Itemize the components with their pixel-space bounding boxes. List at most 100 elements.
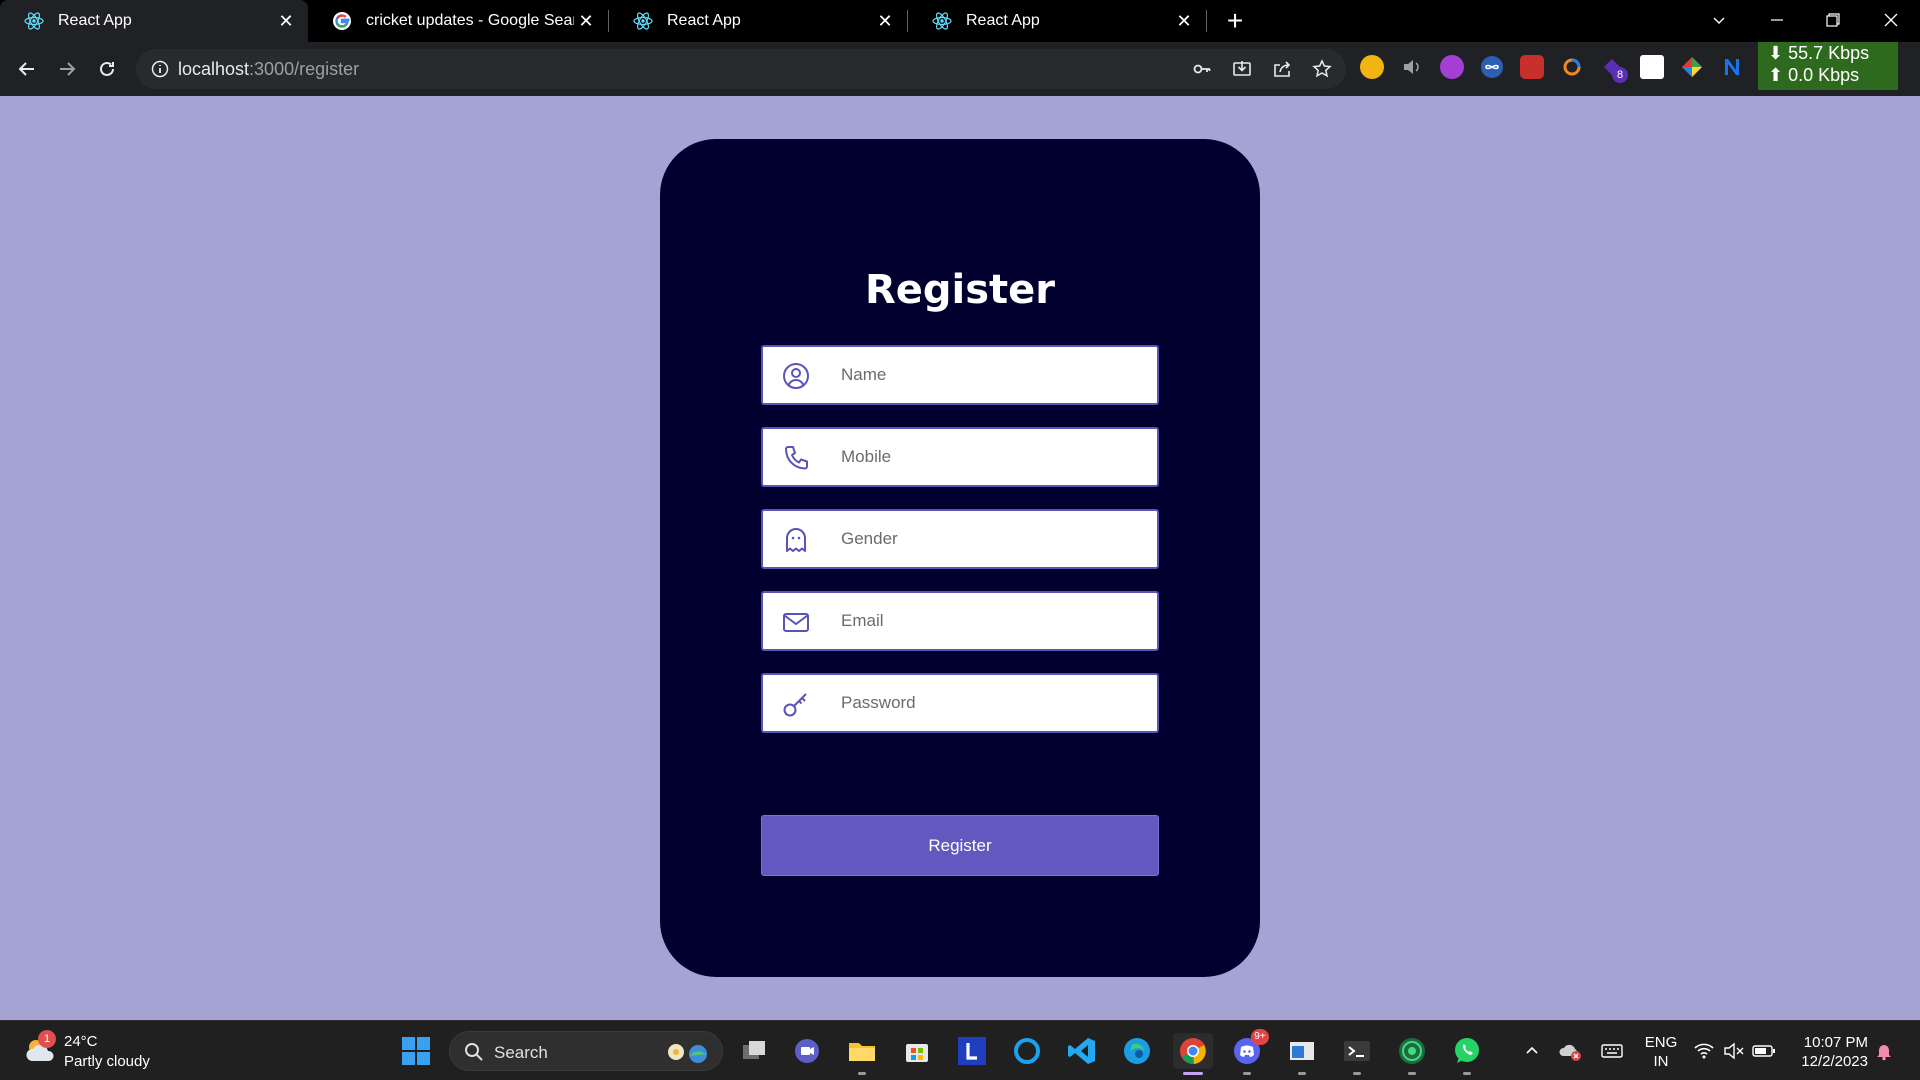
wifi-icon[interactable] [1692, 1039, 1716, 1063]
arrow-down-icon: ⬇ [1768, 43, 1784, 63]
react-icon [631, 9, 655, 33]
tab-title: cricket updates - Google Search [366, 12, 574, 29]
tab-google-search[interactable]: cricket updates - Google Search ✕ [308, 0, 608, 42]
react-icon [930, 9, 954, 33]
minimize-icon [1771, 19, 1783, 21]
user-circle-icon [783, 363, 809, 389]
share-icon[interactable] [1270, 57, 1294, 81]
running-indicator [1353, 1072, 1361, 1075]
extension-ring-icon[interactable] [1560, 55, 1584, 79]
weather-widget[interactable]: 1 24°C Partly cloudy [22, 1029, 182, 1073]
new-tab-button[interactable]: + [1220, 5, 1250, 36]
extension-purple-icon[interactable] [1440, 55, 1464, 79]
tab-react-app-3[interactable]: React App ✕ [908, 0, 1206, 42]
email-field[interactable] [761, 591, 1159, 651]
key-icon[interactable] [1190, 57, 1214, 81]
react-icon [22, 9, 46, 33]
forward-button[interactable] [52, 54, 82, 84]
search-label: Search [494, 1043, 548, 1062]
name-input[interactable] [841, 347, 1141, 403]
notification-bell-icon[interactable] [1872, 1039, 1896, 1063]
google-icon [330, 9, 354, 33]
email-input[interactable] [841, 593, 1141, 649]
tab-react-app-2[interactable]: React App ✕ [609, 0, 907, 42]
password-input[interactable] [841, 675, 1141, 731]
ms-store-icon[interactable] [899, 1033, 935, 1069]
system-clock[interactable]: 10:07 PM 12/2/2023 [1790, 1033, 1868, 1071]
speaker-icon[interactable] [1400, 55, 1424, 79]
discord-badge: 9+ [1251, 1029, 1269, 1045]
close-icon[interactable]: ✕ [873, 9, 897, 33]
mobile-input[interactable] [841, 429, 1141, 485]
taskbar-search[interactable]: Search [449, 1031, 723, 1071]
close-icon[interactable]: ✕ [1172, 9, 1196, 33]
windows-start-icon[interactable] [400, 1035, 432, 1067]
reload-icon [100, 61, 114, 76]
gender-field[interactable] [761, 509, 1159, 569]
battery-icon[interactable] [1752, 1039, 1776, 1063]
file-explorer-icon[interactable] [844, 1033, 880, 1069]
language-indicator[interactable]: ENG IN [1643, 1033, 1679, 1071]
address-bar[interactable]: localhost:3000/register [136, 49, 1346, 89]
terminal-icon[interactable] [1339, 1033, 1375, 1069]
running-indicator [1463, 1072, 1471, 1075]
onedrive-error-icon[interactable] [1558, 1039, 1582, 1063]
name-field[interactable] [761, 345, 1159, 405]
vscode-icon[interactable] [1064, 1033, 1100, 1069]
mobile-field[interactable] [761, 427, 1159, 487]
gender-input[interactable] [841, 511, 1141, 567]
discord-icon[interactable]: 9+ [1229, 1029, 1269, 1069]
language-code: ENG [1644, 1034, 1678, 1051]
tab-title: React App [58, 12, 132, 29]
edge-icon[interactable] [1119, 1033, 1155, 1069]
clock-date: 12/2/2023 [1801, 1053, 1868, 1070]
arrow-left-icon [18, 62, 34, 76]
back-button[interactable] [12, 54, 42, 84]
extension-badge-icon[interactable]: 8 [1600, 55, 1628, 83]
info-icon[interactable] [150, 59, 170, 79]
install-icon[interactable] [1230, 57, 1254, 81]
browser-toolbar: localhost:3000/register 8 ⬇ 55.7 Kbps ⬆ … [0, 42, 1920, 96]
active-indicator [1183, 1072, 1203, 1075]
restore-button[interactable] [1808, 0, 1858, 40]
speaker-muted-icon[interactable] [1722, 1039, 1746, 1063]
minimize-button[interactable] [1752, 0, 1802, 40]
extension-color-icon[interactable] [1680, 55, 1704, 79]
password-field[interactable] [761, 673, 1159, 733]
extension-chart-icon[interactable] [1640, 55, 1664, 79]
reload-button[interactable] [92, 54, 122, 84]
chrome-icon[interactable] [1173, 1033, 1213, 1069]
teams-chat-icon[interactable] [789, 1033, 825, 1069]
running-indicator [858, 1072, 866, 1075]
weather-temp: 24°C [64, 1033, 98, 1050]
close-window-button[interactable] [1866, 0, 1916, 40]
whatsapp-icon[interactable] [1449, 1033, 1485, 1069]
extension-n-icon[interactable] [1720, 55, 1744, 79]
tab-search-button[interactable] [1694, 0, 1744, 40]
tab-react-app-1[interactable]: React App ✕ [0, 0, 308, 42]
task-view-icon[interactable] [736, 1033, 772, 1069]
close-icon[interactable]: ✕ [574, 9, 598, 33]
window-app-icon[interactable] [1284, 1033, 1320, 1069]
extension-red-icon[interactable] [1520, 55, 1544, 79]
arrow-right-icon [60, 62, 76, 76]
keyboard-icon[interactable] [1600, 1039, 1624, 1063]
phone-icon [785, 446, 808, 470]
extension-infinity-icon[interactable] [1480, 55, 1504, 79]
url-text[interactable]: localhost:3000/register [178, 59, 359, 80]
download-speed: 55.7 Kbps [1788, 43, 1870, 63]
extension-badge-count: 8 [1612, 67, 1628, 83]
url-host: localhost [178, 59, 250, 79]
l-app-icon[interactable] [954, 1033, 990, 1069]
star-icon[interactable] [1310, 57, 1334, 81]
close-icon [1884, 13, 1898, 27]
register-card: Register Register [660, 139, 1260, 977]
register-button[interactable]: Register [761, 815, 1159, 876]
extension-info-icon[interactable] [1360, 55, 1384, 79]
tab-separator [1206, 10, 1207, 32]
close-icon[interactable]: ✕ [274, 9, 298, 33]
running-indicator [1243, 1072, 1251, 1075]
chevron-up-icon[interactable] [1520, 1039, 1544, 1063]
cortana-icon[interactable] [1009, 1033, 1045, 1069]
chrome-profile-icon[interactable] [1394, 1033, 1430, 1069]
